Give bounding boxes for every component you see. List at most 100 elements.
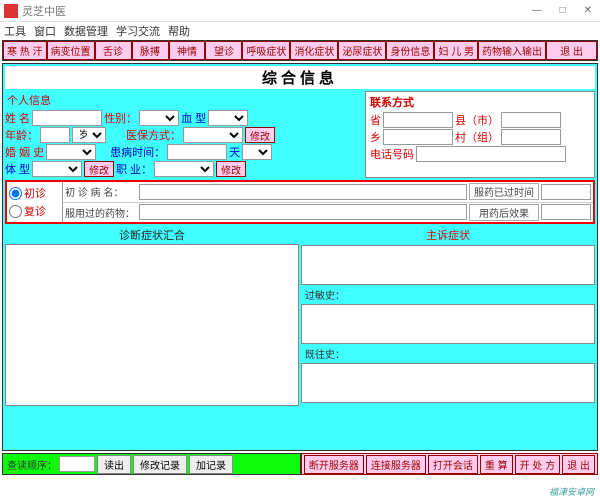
first-visit-radio[interactable]: 初诊 <box>9 185 60 201</box>
county-input[interactable] <box>501 112 561 128</box>
marriage-select[interactable] <box>46 144 96 160</box>
personal-info-label: 个人信息 <box>5 91 363 109</box>
connect-button[interactable]: 连接服务器 <box>366 455 426 474</box>
bottom-left-panel: 查读顺序： 读出 修改记录 加记录 <box>2 453 301 475</box>
village-label: 村（组） <box>455 129 499 145</box>
first-disease-label: 初 诊 病 名： <box>65 184 139 199</box>
tab-women-child[interactable]: 妇 儿 男 <box>434 41 478 60</box>
history-label: 既往史： <box>301 345 595 362</box>
close-button[interactable]: ✕ <box>580 5 596 16</box>
occupation-modify-button[interactable]: 修改 <box>216 161 246 177</box>
name-label: 姓 名 <box>5 110 30 126</box>
blood-select[interactable] <box>208 110 248 126</box>
township-input[interactable] <box>383 129 453 145</box>
tab-cold-heat[interactable]: 寒 热 汗 <box>3 41 47 60</box>
complaint-title: 主诉症状 <box>301 226 595 244</box>
tab-urinary[interactable]: 泌尿症状 <box>338 41 386 60</box>
maximize-button[interactable]: □ <box>556 5 570 16</box>
return-visit-radio[interactable]: 复诊 <box>9 203 60 219</box>
tab-identity[interactable]: 身份信息 <box>386 41 434 60</box>
gender-label: 性别： <box>104 110 137 126</box>
township-label: 乡 <box>370 129 381 145</box>
day-select[interactable] <box>242 144 272 160</box>
contact-section: 联系方式 省 县（市） 乡 村（组） 电话号码 <box>365 91 595 178</box>
tab-tongue[interactable]: 舌诊 <box>95 41 132 60</box>
tabbar: 寒 热 汗 病变位置 舌诊 脉搏 神情 望诊 呼吸症状 消化症状 泌尿症状 身份… <box>2 40 598 61</box>
med-effect-input[interactable] <box>541 204 591 220</box>
allergy-label: 过敏史： <box>301 286 595 303</box>
day-label: 天 <box>229 144 240 160</box>
add-record-button[interactable]: 加记录 <box>189 455 233 474</box>
province-label: 省 <box>370 112 381 128</box>
menubar: 工具 窗口 数据管理 学习交流 帮助 <box>0 22 600 40</box>
body-modify-button[interactable]: 修改 <box>84 161 114 177</box>
body-label: 体 型 <box>5 161 30 177</box>
modify-record-button[interactable]: 修改记录 <box>133 455 187 474</box>
used-med-input[interactable] <box>139 204 467 220</box>
menu-exchange[interactable]: 学习交流 <box>116 23 160 39</box>
occupation-select[interactable] <box>154 161 214 177</box>
titlebar: 灵芝中医 — □ ✕ <box>0 0 600 22</box>
complaint-box: 主诉症状 过敏史： 既往史： <box>301 226 595 406</box>
prescribe-button[interactable]: 开 处 方 <box>515 455 561 474</box>
phone-input[interactable] <box>416 146 566 162</box>
menu-data[interactable]: 数据管理 <box>64 23 108 39</box>
tab-digest[interactable]: 消化症状 <box>290 41 338 60</box>
bottom-right-panel: 断开服务器 连接服务器 打开会话 重 算 开 处 方 退 出 <box>301 453 598 475</box>
personal-info-section: 个人信息 姓 名 性别： 血 型 年龄： 岁 医保方式： 修改 婚 姻 史 <box>5 91 363 178</box>
main-panel: 综合信息 个人信息 姓 名 性别： 血 型 年龄： 岁 医保方式： 修改 <box>2 63 598 451</box>
tab-spirit[interactable]: 神情 <box>169 41 206 60</box>
med-time-input[interactable] <box>541 184 591 200</box>
disconnect-button[interactable]: 断开服务器 <box>304 455 364 474</box>
county-label: 县（市） <box>455 112 499 128</box>
gender-select[interactable] <box>139 110 179 126</box>
used-med-label: 服用过的药物： <box>65 205 139 220</box>
occupation-label: 职 业： <box>116 161 152 177</box>
contact-title: 联系方式 <box>370 94 590 110</box>
complaint-input[interactable] <box>301 245 595 285</box>
window-title: 灵芝中医 <box>22 3 66 19</box>
tab-observe[interactable]: 望诊 <box>205 41 242 60</box>
tab-pulse[interactable]: 脉搏 <box>132 41 169 60</box>
watermark: 福津安卓网 <box>549 485 594 498</box>
tab-lesion[interactable]: 病变位置 <box>47 41 95 60</box>
med-effect-label: 用药后效果 <box>469 204 539 221</box>
illness-time-label: 患病时间： <box>110 144 165 160</box>
open-session-button[interactable]: 打开会话 <box>428 455 478 474</box>
diagnosis-summary-box: 诊断症状汇合 <box>5 226 299 406</box>
allergy-input[interactable] <box>301 304 595 344</box>
page-title: 综合信息 <box>5 66 595 89</box>
age-unit-select[interactable]: 岁 <box>72 127 106 143</box>
name-input[interactable] <box>32 110 102 126</box>
exit-button[interactable]: 退 出 <box>562 455 595 474</box>
minimize-button[interactable]: — <box>528 5 546 16</box>
body-select[interactable] <box>32 161 82 177</box>
read-order-label: 查读顺序： <box>7 457 57 472</box>
blood-label: 血 型 <box>181 110 206 126</box>
village-input[interactable] <box>501 129 561 145</box>
tab-drug-io[interactable]: 药物输入输出 <box>478 41 546 60</box>
insurance-select[interactable] <box>183 127 243 143</box>
insurance-label: 医保方式： <box>126 127 181 143</box>
read-button[interactable]: 读出 <box>97 455 131 474</box>
recalc-button[interactable]: 重 算 <box>480 455 513 474</box>
menu-window[interactable]: 窗口 <box>34 23 56 39</box>
history-input[interactable] <box>301 363 595 403</box>
illness-time-input[interactable] <box>167 144 227 160</box>
insurance-modify-button[interactable]: 修改 <box>245 127 275 143</box>
marriage-label: 婚 姻 史 <box>5 144 44 160</box>
diagnosis-summary-title: 诊断症状汇合 <box>5 226 299 244</box>
first-disease-input[interactable] <box>139 184 467 200</box>
tab-exit[interactable]: 退 出 <box>546 41 597 60</box>
menu-tools[interactable]: 工具 <box>4 23 26 39</box>
app-icon <box>4 4 18 18</box>
read-order-input[interactable] <box>59 456 95 472</box>
province-input[interactable] <box>383 112 453 128</box>
bottom-bar: 查读顺序： 读出 修改记录 加记录 断开服务器 连接服务器 打开会话 重 算 开… <box>2 453 598 475</box>
med-time-label: 服药已过时间 <box>469 183 539 200</box>
diagnosis-summary-input[interactable] <box>5 244 299 406</box>
age-input[interactable] <box>40 127 70 143</box>
age-label: 年龄： <box>5 127 38 143</box>
tab-breath[interactable]: 呼吸症状 <box>242 41 290 60</box>
menu-help[interactable]: 帮助 <box>168 23 190 39</box>
